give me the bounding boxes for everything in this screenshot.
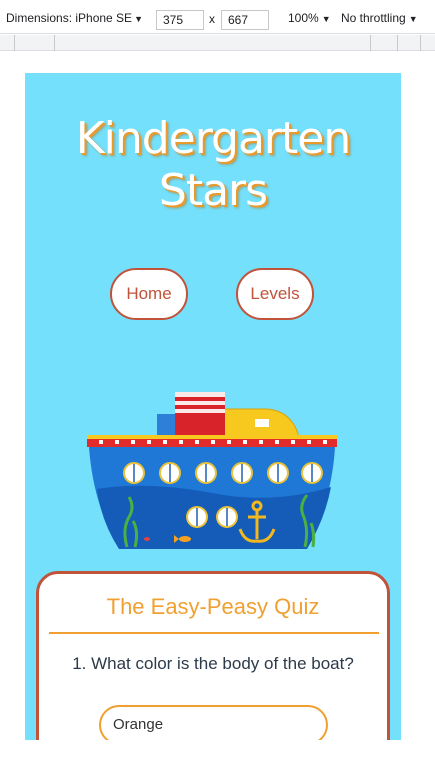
dimension-separator: x [209, 12, 215, 26]
zoom-label: 100% [288, 11, 319, 25]
ruler-segment [397, 35, 398, 51]
device-selector[interactable]: Dimensions: iPhone SE ▼ [6, 11, 143, 25]
zoom-selector[interactable]: 100% ▼ [288, 11, 331, 25]
quiz-divider [49, 632, 379, 634]
title-line-1: Kindergarten [75, 113, 351, 164]
device-label: Dimensions: iPhone SE [6, 11, 133, 25]
ruler-segment [14, 35, 15, 51]
width-input[interactable]: 375 [156, 10, 204, 30]
media-query-ruler[interactable] [0, 35, 435, 51]
ruler-segment [54, 35, 55, 51]
devtools-device-toolbar: Dimensions: iPhone SE ▼ 375 x 667 100% ▼ N… [0, 0, 435, 34]
throttling-label: No throttling [341, 11, 406, 25]
quiz-question: 1. What color is the body of the boat? [72, 654, 354, 673]
chevron-down-icon: ▼ [321, 14, 331, 24]
boat-illustration [87, 392, 337, 549]
page-title: Kindergarten Stars [25, 113, 401, 217]
chevron-down-icon: ▼ [408, 14, 418, 24]
quiz-title: The Easy-Peasy Quiz [106, 594, 320, 619]
cabin-window [255, 419, 269, 427]
height-input[interactable]: 667 [221, 10, 269, 30]
mobile-page: Kindergarten Stars Home Levels The Easy-… [25, 73, 401, 740]
levels-button[interactable]: Levels [236, 268, 314, 320]
chevron-down-icon: ▼ [134, 14, 143, 24]
title-line-2: Stars [158, 165, 268, 216]
home-button[interactable]: Home [110, 268, 188, 320]
ruler-segment [370, 35, 371, 51]
throttling-selector[interactable]: No throttling ▼ [341, 11, 418, 25]
answer-option-orange[interactable]: Orange [99, 705, 328, 740]
ruler-segment [420, 35, 421, 51]
quiz-card: The Easy-Peasy Quiz 1. What color is the… [36, 571, 390, 740]
